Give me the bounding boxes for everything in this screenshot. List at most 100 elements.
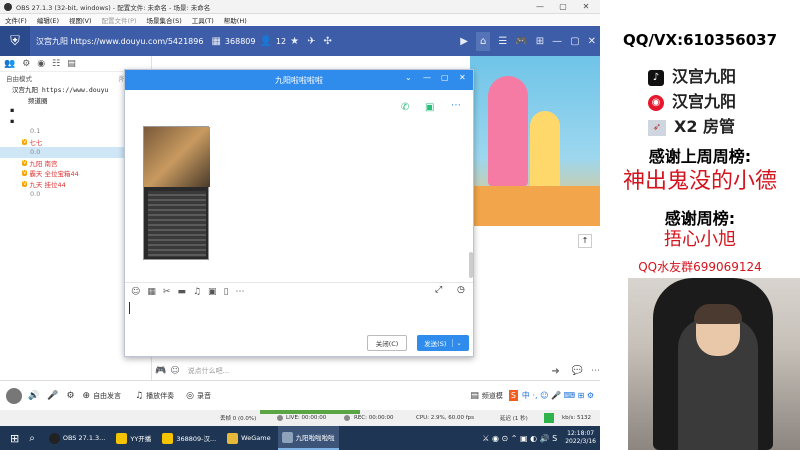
- tray-icons[interactable]: ⚔ ◉ ⊙ ⌃ ▣ ◐ 🔊 S: [482, 434, 557, 443]
- windows-taskbar: ⊞ ⌕ OBS 27.1.3... YY开播 368809-汉... WeGam…: [0, 426, 600, 450]
- microphone-icon[interactable]: 🎤: [47, 391, 58, 401]
- menu-profile[interactable]: 配置文件(P): [97, 15, 142, 25]
- chevron-down-icon[interactable]: ⌄: [405, 73, 412, 82]
- expand-icon[interactable]: ▪: [10, 117, 14, 125]
- taskbar-item-label: YY开播: [130, 435, 152, 443]
- mode-select[interactable]: 自由模式: [6, 73, 32, 83]
- video-icon[interactable]: ▶: [460, 36, 468, 47]
- avatar[interactable]: [6, 387, 22, 404]
- scroll-up-button[interactable]: ↑: [578, 234, 592, 248]
- chat-scrollbar[interactable]: [469, 252, 473, 278]
- menu-scene-collection[interactable]: 场景集合(S): [142, 15, 187, 25]
- rec-timer: REC: 00:00:00: [354, 415, 394, 421]
- phone-screen-icon[interactable]: ▯: [224, 287, 229, 297]
- maximize-icon[interactable]: ▢: [553, 0, 573, 14]
- chevron-down-icon[interactable]: ⌄: [452, 339, 462, 347]
- shirt-icon[interactable]: ⊞: [536, 36, 544, 47]
- menu-edit[interactable]: 编辑(E): [32, 15, 64, 25]
- weibo-icon: ◉: [648, 94, 664, 111]
- chat-icon: [281, 431, 293, 443]
- message-input[interactable]: 说点什么吧...: [188, 366, 230, 376]
- x2-admin: ➶ X2 房管: [648, 113, 788, 137]
- home-icon[interactable]: ⌂: [475, 31, 491, 51]
- chat-image-message[interactable]: [143, 126, 210, 260]
- yy-icon: [116, 432, 128, 444]
- ime-tray-icons[interactable]: 中 ·, ☺ 🎤 ⌨ ⊞ ⚙: [522, 390, 594, 401]
- channel-mode-icon[interactable]: ▤: [470, 391, 479, 401]
- taskbar-item-channel[interactable]: 368809-汉...: [158, 426, 220, 450]
- gif-icon[interactable]: ▦: [147, 287, 156, 297]
- members-icon[interactable]: 👥: [4, 59, 15, 69]
- minimize-icon[interactable]: —: [423, 73, 431, 82]
- tiktok-icon: ♪: [648, 69, 664, 86]
- expand-icon[interactable]: ⤢: [435, 285, 442, 295]
- clock-icon[interactable]: ◷: [457, 285, 465, 295]
- taskbar-item-chat[interactable]: 九阳啦啦啦啦: [277, 426, 339, 450]
- share-icon[interactable]: ✣: [323, 36, 331, 47]
- menu-view[interactable]: 视图(V): [64, 15, 97, 25]
- accompany-label[interactable]: 播放伴奏: [146, 391, 174, 401]
- delay-label: 延迟 (1 秒): [500, 416, 528, 422]
- message-input-row: 🎮 ☺ 说点什么吧... ➜ 💬 ⋯: [155, 362, 600, 380]
- list-icon[interactable]: ☰: [498, 36, 507, 47]
- record-icon[interactable]: ◎: [186, 391, 194, 401]
- person-hair: [694, 304, 742, 324]
- weibo-label: 汉宫九阳: [672, 92, 737, 111]
- close-icon[interactable]: ✕: [459, 73, 466, 82]
- expand-icon[interactable]: ▪: [10, 106, 14, 114]
- emoji-icon[interactable]: ☺: [131, 287, 140, 297]
- channel-avatar[interactable]: ⛨: [0, 26, 30, 56]
- channel-mode-label[interactable]: 频道模: [482, 391, 503, 401]
- search-icon[interactable]: ⌕: [29, 433, 35, 444]
- minimize-icon[interactable]: —: [530, 0, 550, 14]
- star-icon[interactable]: ★: [290, 36, 299, 47]
- more-icon[interactable]: ⋯: [451, 100, 461, 111]
- role-badge: V: [22, 159, 28, 166]
- windows-start-icon[interactable]: ⊞: [10, 432, 19, 445]
- list-icon[interactable]: ☷: [52, 59, 60, 69]
- phone-icon[interactable]: ✆: [401, 102, 409, 113]
- settings-icon[interactable]: ⚙: [66, 391, 74, 401]
- location-icon[interactable]: ◉: [37, 59, 45, 69]
- plane-icon[interactable]: ✈: [307, 36, 315, 47]
- close-icon[interactable]: ✕: [576, 0, 596, 14]
- image-icon[interactable]: ▣: [208, 287, 217, 297]
- minimize-icon[interactable]: —: [552, 36, 562, 47]
- free-speech-icon[interactable]: ⊕: [83, 391, 91, 401]
- weibo-name: ◉ 汉宫九阳: [648, 88, 788, 112]
- menu-tools[interactable]: 工具(T): [187, 15, 219, 25]
- send-arrow-icon[interactable]: ➜: [551, 366, 559, 377]
- music-icon[interactable]: ♫: [193, 287, 201, 297]
- tree-row-label: 0.0: [30, 148, 41, 157]
- send-button[interactable]: 发送(S) ⌄: [417, 335, 469, 351]
- restore-icon[interactable]: ▢: [570, 36, 579, 47]
- scissors-icon[interactable]: ✂: [163, 287, 171, 297]
- settings-icon[interactable]: ⚙: [22, 59, 30, 69]
- gamepad-icon[interactable]: 🎮: [155, 366, 166, 376]
- menu-help[interactable]: 帮助(H): [219, 15, 252, 25]
- audio-meter: [260, 410, 360, 414]
- document-icon[interactable]: ▤: [67, 59, 76, 69]
- gamepad-icon[interactable]: 🎮: [515, 36, 527, 47]
- folder-icon[interactable]: ▬: [177, 287, 186, 297]
- image-top: [144, 127, 210, 187]
- record-label[interactable]: 录音: [197, 391, 211, 401]
- speaker-icon[interactable]: 🔊: [28, 391, 39, 401]
- close-icon[interactable]: ✕: [588, 36, 596, 47]
- taskbar-item-yy[interactable]: YY开播: [112, 426, 155, 450]
- sogou-icon[interactable]: S: [508, 390, 518, 401]
- close-button[interactable]: 关闭(C): [367, 335, 407, 351]
- comment-icon[interactable]: 💬: [572, 366, 583, 376]
- more-icon[interactable]: ⋯: [236, 287, 245, 297]
- free-speech-label[interactable]: 自由发言: [93, 391, 121, 401]
- clock[interactable]: 12:18:07 2022/3/16: [565, 430, 596, 446]
- music-icon[interactable]: ♫: [135, 391, 143, 401]
- taskbar-item-obs[interactable]: OBS 27.1.3...: [45, 426, 110, 450]
- taskbar-item-wegame[interactable]: WeGame: [223, 426, 274, 450]
- more-icon[interactable]: ⋯: [591, 366, 600, 376]
- emoji-icon[interactable]: ☺: [170, 366, 179, 376]
- art-tower: [530, 111, 560, 191]
- video-call-icon[interactable]: ▣: [425, 102, 434, 113]
- maximize-icon[interactable]: ▢: [441, 73, 449, 82]
- menu-file[interactable]: 文件(F): [0, 15, 32, 25]
